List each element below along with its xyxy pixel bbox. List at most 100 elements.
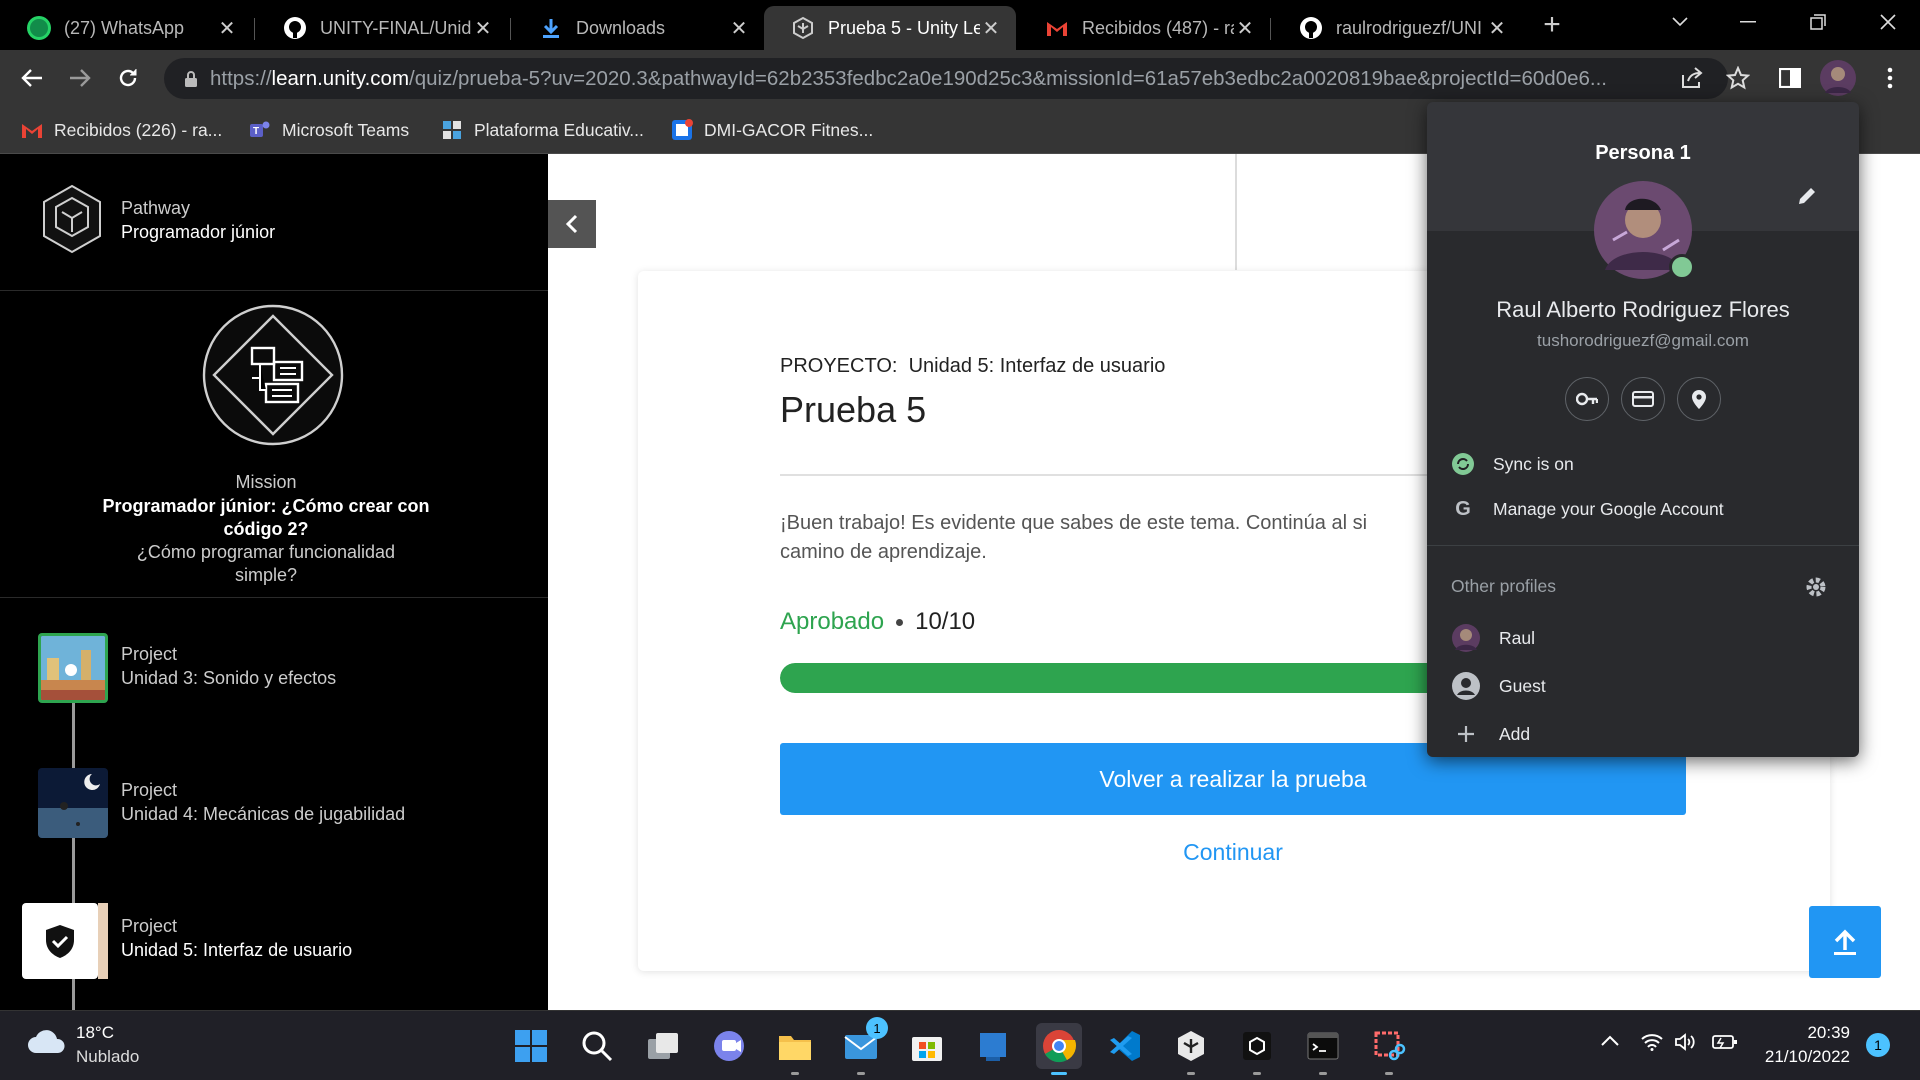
manage-google-account-item[interactable]: G Manage your Google Account — [1451, 498, 1723, 521]
bookmark-star-icon[interactable] — [1726, 66, 1750, 90]
address-bar[interactable]: https://learn.unity.com/quiz/prueba-5?uv… — [164, 58, 1750, 99]
collapse-sidebar-button[interactable] — [548, 200, 596, 248]
taskbar-terminal[interactable] — [1300, 1023, 1346, 1075]
tab-github-repo[interactable]: raulrodriguezf/UNI ✕ — [1272, 6, 1522, 50]
tab-whatsapp[interactable]: (27) WhatsApp ✕ — [0, 6, 252, 50]
project-name[interactable]: Unidad 3: Sonido y efectos — [121, 668, 336, 689]
close-icon[interactable]: ✕ — [1234, 16, 1256, 41]
start-button[interactable] — [508, 1023, 554, 1069]
chevron-down-icon — [1672, 17, 1688, 27]
chrome-menu-button[interactable] — [1870, 58, 1910, 98]
credit-card-icon — [1632, 391, 1654, 407]
tab-label: (27) WhatsApp — [64, 17, 185, 38]
bookmark-gmail[interactable]: Recibidos (226) - ra... — [20, 116, 222, 144]
taskbar-unity-editor[interactable] — [1234, 1023, 1280, 1075]
profile-name-label: Guest — [1499, 675, 1546, 696]
continue-link[interactable]: Continuar — [780, 839, 1686, 866]
side-panel-button[interactable] — [1770, 58, 1810, 98]
profile-item-raul[interactable]: Raul — [1451, 623, 1535, 653]
add-profile-item[interactable]: Add — [1451, 719, 1530, 749]
project-thumbnail-unit4[interactable] — [38, 768, 108, 838]
project-name[interactable]: Unidad 4: Mecánicas de jugabilidad — [121, 804, 405, 825]
taskbar-snipping-tool[interactable] — [1366, 1023, 1412, 1075]
url-text[interactable]: https://learn.unity.com/quiz/prueba-5?uv… — [210, 67, 1675, 91]
profile-item-guest[interactable]: Guest — [1451, 671, 1546, 701]
edit-icon[interactable] — [1797, 186, 1817, 206]
project-thumbnail-unit3[interactable] — [38, 633, 108, 703]
tab-label: raulrodriguezf/UNI — [1336, 17, 1483, 38]
new-tab-button[interactable]: + — [1536, 10, 1568, 42]
clock-date[interactable]: 21/10/2022 — [1750, 1047, 1850, 1067]
mission-emblem-icon — [202, 304, 344, 446]
payment-methods-button[interactable] — [1621, 377, 1665, 421]
taskbar-file-explorer[interactable] — [772, 1023, 818, 1075]
wifi-icon[interactable] — [1640, 1033, 1664, 1051]
chevron-up-icon[interactable] — [1600, 1035, 1620, 1047]
taskbar-mail[interactable]: 1 — [838, 1017, 888, 1075]
other-profiles-label: Other profiles — [1451, 576, 1557, 596]
user-full-name: Raul Alberto Rodriguez Flores — [1496, 297, 1790, 322]
mission-title[interactable]: Programador júnior: ¿Cómo crear con códi… — [90, 495, 442, 541]
result-message-line2: camino de aprendizaje. — [780, 541, 987, 563]
search-icon — [582, 1031, 613, 1062]
taskbar-teams-chat[interactable] — [706, 1023, 752, 1069]
bookmark-plataforma[interactable]: Plataforma Educativ... — [440, 116, 644, 144]
fitness-icon — [670, 118, 694, 142]
weather-desc[interactable]: Nublado — [76, 1047, 139, 1067]
weather-temp[interactable]: 18°C — [76, 1023, 114, 1043]
tab-github-unity-final[interactable]: UNITY-FINAL/Unid ✕ — [256, 6, 508, 50]
notification-badge[interactable]: 1 — [1866, 1033, 1890, 1057]
passwords-button[interactable] — [1565, 377, 1609, 421]
gmail-icon — [1044, 15, 1070, 41]
taskbar-store[interactable] — [904, 1023, 950, 1069]
close-icon[interactable]: ✕ — [728, 16, 750, 41]
taskbar-unity-hub[interactable] — [1168, 1023, 1214, 1075]
tab-gmail[interactable]: Recibidos (487) - ra ✕ — [1018, 6, 1270, 50]
close-icon[interactable]: ✕ — [472, 16, 494, 41]
sync-badge-icon — [1669, 254, 1695, 280]
terminal-icon — [1307, 1032, 1339, 1060]
profile-menu-popup: Persona 1 Raul Alberto Rodriguez Flores … — [1427, 102, 1859, 757]
close-icon[interactable]: ✕ — [1486, 16, 1508, 41]
taskbar-search-button[interactable] — [574, 1023, 620, 1069]
sync-status-item[interactable]: Sync is on — [1451, 452, 1574, 476]
scroll-to-top-button[interactable] — [1809, 906, 1881, 978]
bookmark-label: Recibidos (226) - ra... — [54, 119, 223, 140]
project-kind: Project — [121, 644, 178, 664]
close-window-button[interactable] — [1856, 0, 1920, 44]
windows-logo-icon — [515, 1030, 547, 1062]
taskbar-vscode[interactable] — [1102, 1023, 1148, 1069]
back-button[interactable] — [12, 58, 52, 98]
reload-button[interactable] — [108, 58, 148, 98]
volume-icon[interactable] — [1674, 1033, 1696, 1051]
close-icon[interactable]: ✕ — [216, 16, 238, 41]
tab-downloads[interactable]: Downloads ✕ — [512, 6, 764, 50]
addresses-button[interactable] — [1677, 377, 1721, 421]
clock-time[interactable]: 20:39 — [1750, 1023, 1850, 1043]
gear-icon[interactable] — [1805, 576, 1827, 598]
plus-icon — [1458, 726, 1474, 742]
restore-button[interactable] — [1786, 0, 1850, 44]
project-current-marker[interactable] — [22, 903, 98, 979]
project-name[interactable]: Unidad 5: Interfaz de usuario — [121, 940, 352, 961]
task-view-button[interactable] — [640, 1023, 686, 1069]
taskbar-chrome[interactable] — [1036, 1023, 1082, 1075]
google-g-icon: G — [1455, 498, 1471, 520]
folder-icon — [779, 1036, 811, 1060]
forward-button[interactable] — [60, 58, 100, 98]
bookmark-fitness[interactable]: DMI-GACOR Fitnes... — [670, 116, 873, 144]
bookmark-teams[interactable]: T Microsoft Teams — [248, 116, 409, 144]
battery-icon[interactable] — [1712, 1033, 1738, 1051]
taskbar-azure-app[interactable] — [970, 1023, 1016, 1069]
pathway-name[interactable]: Programador júnior — [121, 222, 275, 243]
tab-search-button[interactable] — [1648, 0, 1712, 44]
tab-label: Downloads — [576, 17, 666, 38]
profile-avatar-button[interactable] — [1818, 58, 1858, 98]
tab-unity-learn[interactable]: Prueba 5 - Unity Le ✕ — [764, 6, 1016, 50]
url-path: /quiz/prueba-5?uv=2020.3&pathwayId=62b23… — [409, 66, 1607, 90]
share-icon[interactable] — [1680, 67, 1704, 89]
vscode-icon — [1110, 1031, 1140, 1061]
close-icon[interactable]: ✕ — [980, 16, 1002, 41]
user-email: tushorodriguezf@gmail.com — [1537, 331, 1749, 350]
minimize-button[interactable] — [1716, 0, 1780, 44]
